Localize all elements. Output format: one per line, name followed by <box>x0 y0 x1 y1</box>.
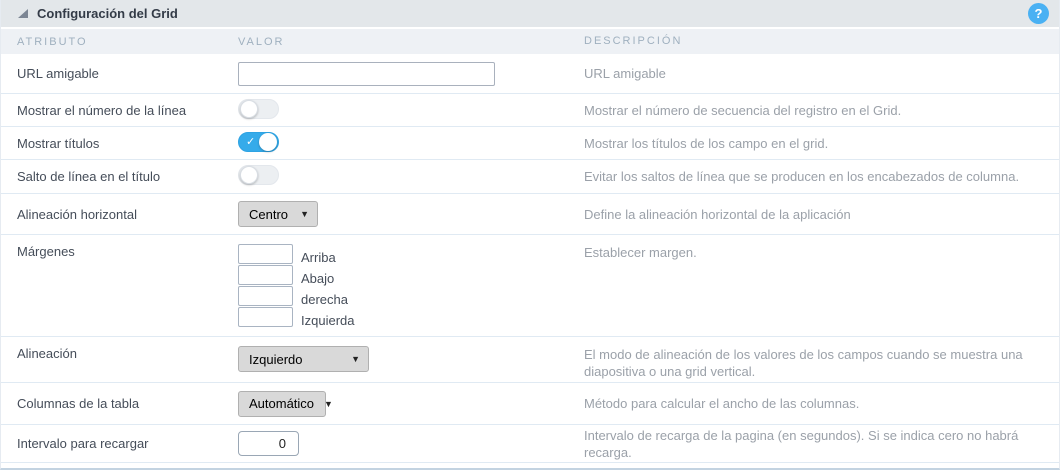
margin-right-input[interactable] <box>238 286 293 306</box>
table-column-header: ATRIBUTO VALOR DESCRIPCIÓN <box>1 29 1059 54</box>
show-titles-toggle[interactable]: ✓ <box>238 131 279 152</box>
chevron-down-icon: ▼ <box>351 354 360 364</box>
grid-configuration-panel: Configuración del Grid ? ATRIBUTO VALOR … <box>0 0 1060 470</box>
row-margenes: Márgenes Arriba Abajo derecha Izquierda … <box>1 235 1059 337</box>
line-number-toggle[interactable] <box>238 98 279 119</box>
toggle-knob <box>240 166 258 184</box>
row-description: Método para calcular el ancho de las col… <box>584 396 860 411</box>
toggle-knob <box>240 99 258 118</box>
row-description: Mostrar el número de secuencia del regis… <box>584 102 902 118</box>
row-description: Define la alineación horizontal de la ap… <box>584 206 851 222</box>
help-button[interactable]: ? <box>1028 3 1049 24</box>
row-label: URL amigable <box>17 66 99 81</box>
panel-titlebar[interactable]: Configuración del Grid <box>1 0 1059 29</box>
row-intervalo-recargar: Intervalo para recargar Intervalo de rec… <box>1 425 1059 463</box>
row-description: Intervalo de recarga de la pagina (en se… <box>584 427 1019 460</box>
row-label: Alineación horizontal <box>17 206 137 222</box>
column-header-attribute: ATRIBUTO <box>17 35 88 48</box>
reload-interval-input[interactable] <box>238 431 299 456</box>
alignment-select[interactable]: Izquierdo ▼ <box>238 346 369 372</box>
row-description: El modo de alineación de los valores de … <box>584 347 1023 379</box>
toggle-knob <box>259 132 277 151</box>
row-label: Columnas de la tabla <box>17 396 140 411</box>
row-description: Mostrar los títulos de los campo en el g… <box>584 135 829 151</box>
margin-bottom-label: Abajo <box>301 270 335 286</box>
margin-left-label: Izquierda <box>301 312 355 328</box>
title-line-break-toggle[interactable] <box>238 165 279 185</box>
panel-title: Configuración del Grid <box>37 6 178 21</box>
chevron-down-icon: ▼ <box>324 398 333 409</box>
row-mostrar-titulos: Mostrar títulos ✓ Mostrar los títulos de… <box>1 127 1059 160</box>
margin-top-input[interactable] <box>238 244 293 264</box>
collapse-triangle-icon[interactable] <box>18 9 28 18</box>
margin-bottom-input[interactable] <box>238 265 293 285</box>
column-header-description: DESCRIPCIÓN <box>584 35 683 47</box>
horizontal-alignment-select[interactable]: Centro ▼ <box>238 201 318 227</box>
row-label: Salto de línea en el título <box>17 169 161 184</box>
check-icon: ✓ <box>246 135 256 148</box>
selected-value: Automático <box>249 396 315 411</box>
row-label: Mostrar títulos <box>17 135 100 151</box>
row-label: Márgenes <box>17 244 75 259</box>
row-salto-de-linea: Salto de línea en el título Evitar los s… <box>1 160 1059 194</box>
row-alineacion-horizontal: Alineación horizontal Centro ▼ Define la… <box>1 194 1059 235</box>
row-description: Establecer margen. <box>584 245 697 260</box>
selected-value: Centro <box>249 206 289 222</box>
margin-left-input[interactable] <box>238 307 293 327</box>
row-description: URL amigable <box>584 66 666 81</box>
row-label: Mostrar el número de la línea <box>17 102 187 118</box>
margin-right-label: derecha <box>301 291 348 307</box>
row-alineacion: Alineación Izquierdo ▼ El modo de alinea… <box>1 337 1059 383</box>
table-columns-select[interactable]: Automático ▼ <box>238 390 333 417</box>
row-mostrar-numero-linea: Mostrar el número de la línea Mostrar el… <box>1 94 1059 127</box>
row-columnas-tabla: Columnas de la tabla Automático ▼ Método… <box>1 383 1059 425</box>
row-label: Alineación <box>17 346 77 361</box>
row-description: Evitar los saltos de línea que se produc… <box>584 169 1020 184</box>
selected-value: Izquierdo <box>249 351 303 367</box>
chevron-down-icon: ▼ <box>300 209 309 219</box>
margin-top-label: Arriba <box>301 249 336 265</box>
row-label: Intervalo para recargar <box>17 436 149 451</box>
url-amigable-input[interactable] <box>238 61 495 86</box>
column-header-value: VALOR <box>238 35 285 48</box>
row-url-amigable: URL amigable URL amigable <box>1 54 1059 94</box>
